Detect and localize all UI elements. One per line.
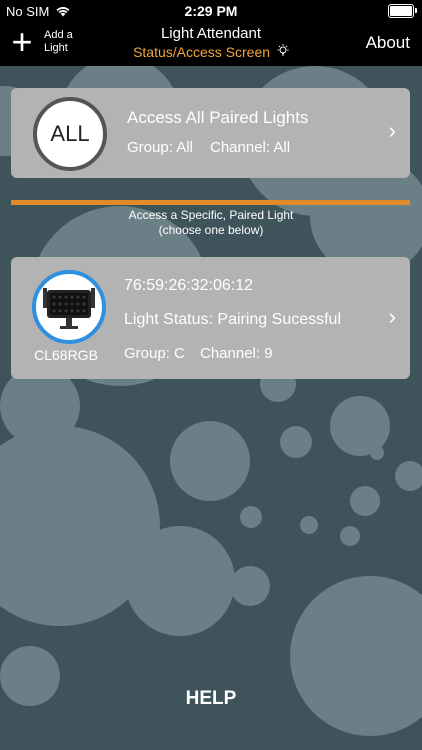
- all-group-label: Group: All: [127, 139, 193, 156]
- status-time: 2:29 PM: [184, 3, 238, 19]
- about-button[interactable]: About: [366, 33, 410, 53]
- light-channel: Channel: 9: [200, 345, 273, 362]
- chevron-right-icon: ›: [388, 304, 396, 329]
- screen-subtitle: Status/Access Screen: [0, 44, 422, 60]
- section-heading: Access a Specific, Paired Light: [128, 208, 294, 222]
- status-bar: No SIM 2:29 PM: [0, 0, 422, 22]
- screen-subtitle-text: Status/Access Screen: [133, 44, 271, 60]
- light-address: 76:59:26:32:06:12: [124, 277, 254, 294]
- access-all-lights-card[interactable]: ALL Access All Paired Lights Group: All …: [11, 88, 410, 178]
- access-all-title: Access All Paired Lights: [127, 108, 309, 127]
- battery-icon: [388, 4, 417, 18]
- paired-light-card[interactable]: CL68RGB 76:59:26:32:06:12 Light Status: …: [11, 257, 410, 379]
- all-badge: ALL: [33, 97, 107, 171]
- section-hint: (choose one below): [158, 223, 264, 237]
- led-panel-icon: [43, 288, 95, 329]
- navigation-bar: + Add a Light Light Attendant Status/Acc…: [0, 22, 422, 66]
- chevron-right-icon: ›: [388, 118, 396, 143]
- light-status: Light Status: Pairing Sucessful: [124, 311, 342, 328]
- lightbulb-icon: [277, 44, 289, 56]
- light-group: Group: C: [124, 345, 185, 362]
- light-thumbnail: [32, 270, 106, 344]
- all-channel-label: Channel: All: [210, 139, 291, 156]
- app-title: Light Attendant: [160, 25, 262, 42]
- section-divider: [11, 200, 410, 205]
- help-button[interactable]: HELP: [0, 688, 422, 710]
- light-model-name: CL68RGB: [34, 347, 98, 363]
